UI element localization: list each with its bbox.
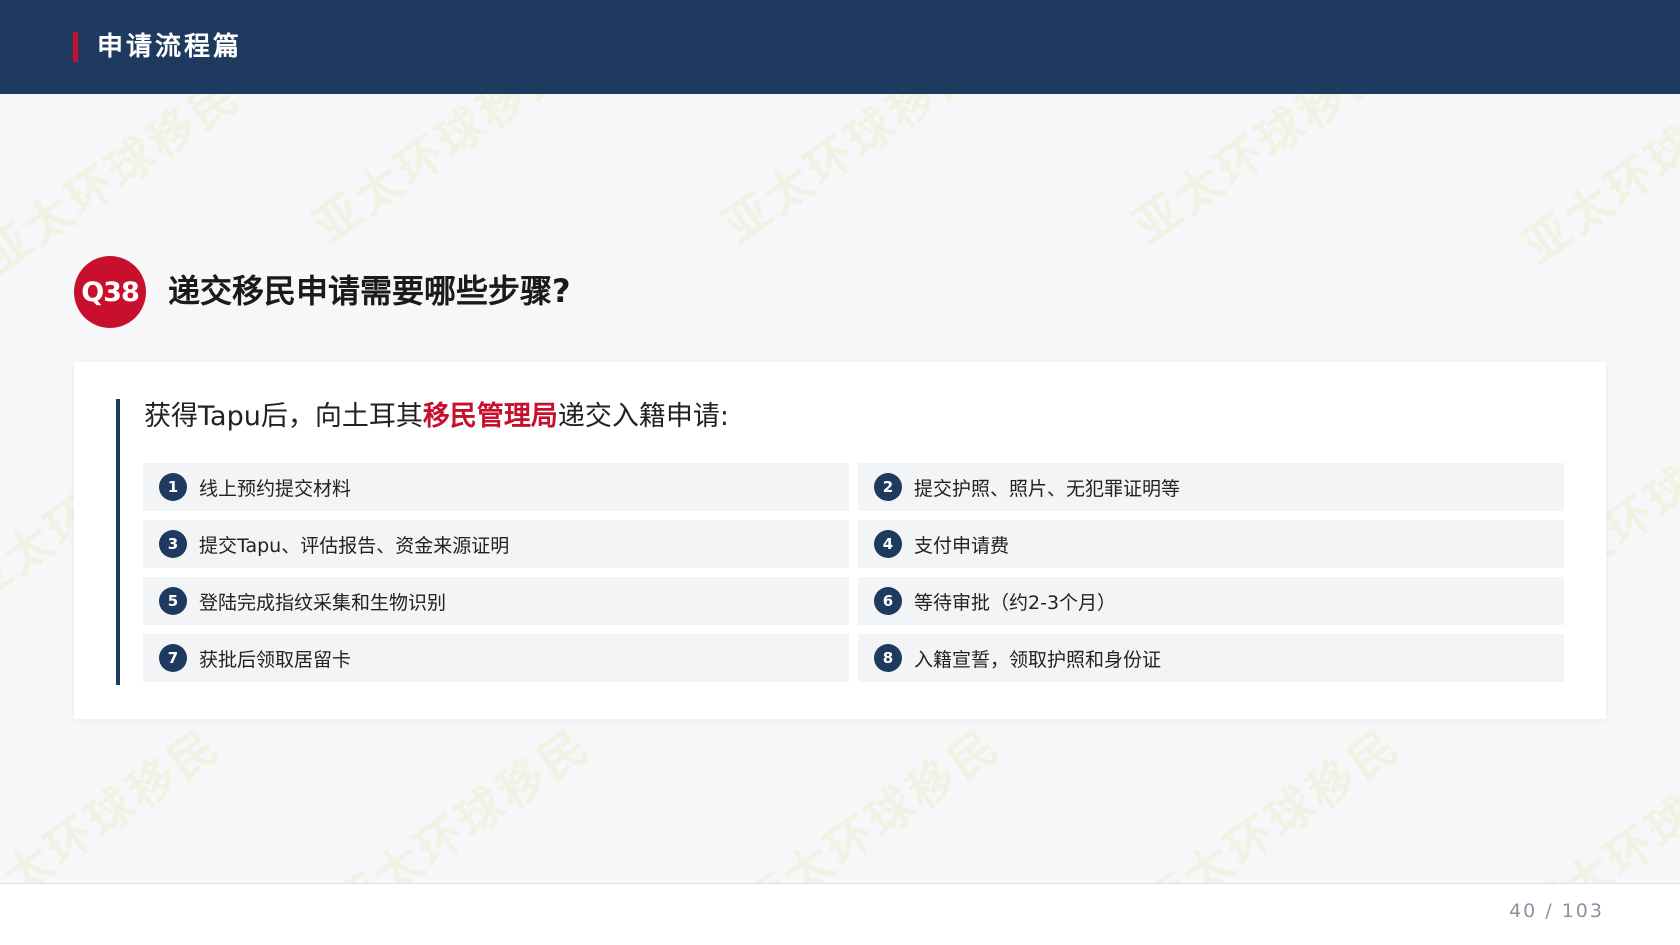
header-accent-bar bbox=[73, 32, 78, 62]
answer-intro: 获得Tapu后，向土耳其移民管理局递交入籍申请: bbox=[144, 397, 729, 437]
step-item: 4 支付申请费 bbox=[858, 520, 1564, 568]
step-number: 4 bbox=[874, 530, 902, 558]
card-accent-bar bbox=[116, 399, 120, 685]
step-text: 获批后领取居留卡 bbox=[199, 648, 352, 671]
step-text: 支付申请费 bbox=[914, 534, 1010, 557]
intro-text-after: 递交入籍申请: bbox=[557, 401, 729, 432]
question-title: 递交移民申请需要哪些步骤? bbox=[168, 272, 571, 310]
step-text: 提交护照、照片、无犯罪证明等 bbox=[914, 477, 1181, 500]
step-text: 入籍宣誓，领取护照和身份证 bbox=[914, 648, 1162, 671]
step-item: 7 获批后领取居留卡 bbox=[143, 634, 849, 682]
footer bbox=[0, 884, 1680, 945]
section-title: 申请流程篇 bbox=[97, 32, 243, 62]
step-text: 线上预约提交材料 bbox=[199, 477, 352, 500]
answer-card: 获得Tapu后，向土耳其移民管理局递交入籍申请: 1 线上预约提交材料 2 提交… bbox=[74, 362, 1606, 719]
step-text: 提交Tapu、评估报告、资金来源证明 bbox=[199, 534, 510, 557]
intro-text-before: 获得Tapu后，向土耳其 bbox=[144, 401, 423, 432]
step-item: 3 提交Tapu、评估报告、资金来源证明 bbox=[143, 520, 849, 568]
step-text: 登陆完成指纹采集和生物识别 bbox=[199, 591, 447, 614]
step-item: 1 线上预约提交材料 bbox=[143, 463, 849, 511]
header-bar: 申请流程篇 bbox=[0, 0, 1680, 94]
page-number: 40 / 103 bbox=[1509, 900, 1604, 922]
step-item: 2 提交护照、照片、无犯罪证明等 bbox=[858, 463, 1564, 511]
step-text: 等待审批（约2-3个月） bbox=[914, 591, 1117, 614]
step-item: 5 登陆完成指纹采集和生物识别 bbox=[143, 577, 849, 625]
step-number: 3 bbox=[159, 530, 187, 558]
step-number: 2 bbox=[874, 473, 902, 501]
step-number: 5 bbox=[159, 587, 187, 615]
question-number-badge: Q38 bbox=[74, 256, 146, 328]
step-number: 8 bbox=[874, 644, 902, 672]
step-item: 6 等待审批（约2-3个月） bbox=[858, 577, 1564, 625]
step-number: 7 bbox=[159, 644, 187, 672]
intro-highlight: 移民管理局 bbox=[422, 401, 558, 432]
step-item: 8 入籍宣誓，领取护照和身份证 bbox=[858, 634, 1564, 682]
step-number: 1 bbox=[159, 473, 187, 501]
step-number: 6 bbox=[874, 587, 902, 615]
